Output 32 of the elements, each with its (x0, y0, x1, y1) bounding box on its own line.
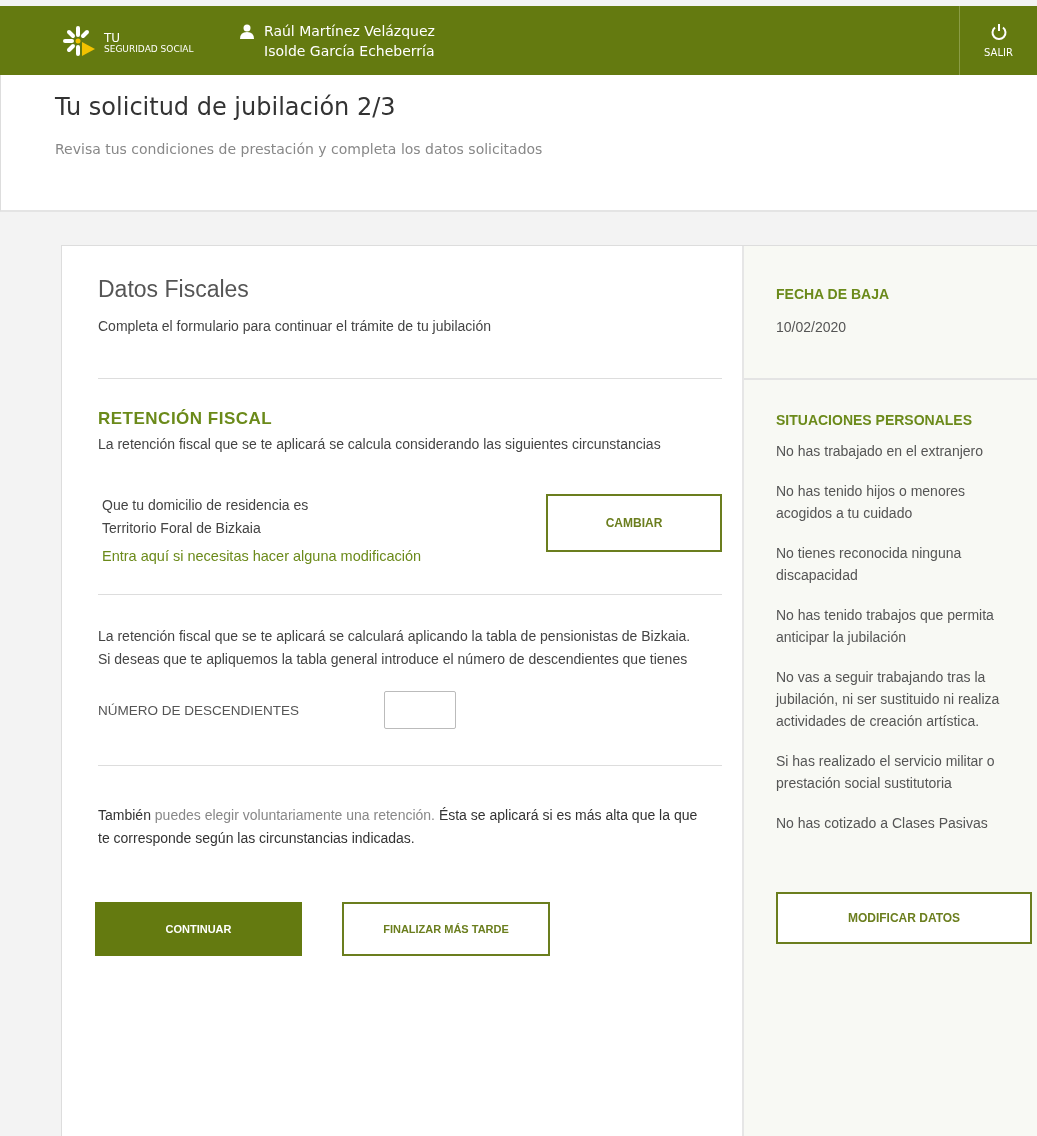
brand-subtitle: SEGURIDAD SOCIAL (104, 45, 194, 56)
situation-text: Si has realizado el servicio militar o prestación social sustitutoria (776, 752, 996, 793)
situation-text: No tienes reconocida ninguna discapacidad (776, 544, 963, 585)
continue-button[interactable]: CONTINUAR (95, 902, 302, 956)
section-title: RETENCIÓN FISCAL (98, 409, 274, 429)
descendants-label: NÚMERO DE DESCENDIENTES (98, 702, 301, 718)
page-title: Tu solicitud de jubilación 2/3 (55, 93, 397, 121)
descendants-field[interactable] (384, 691, 456, 729)
modify-link[interactable]: Entra aquí si necesitas hacer alguna modificación (102, 548, 422, 564)
user-name: Isolde García Echeberría (264, 41, 435, 61)
form-title: Datos Fiscales (98, 276, 250, 303)
situations-title: SITUACIONES PERSONALES (776, 412, 974, 428)
situation-text: No has cotizado a Clases Pasivas (776, 814, 989, 833)
user-name: Raúl Martínez Velázquez (264, 21, 435, 41)
situation-text: No has trabajado en el extranjero (776, 442, 985, 461)
power-icon (989, 23, 1008, 41)
change-button[interactable]: CAMBIAR (546, 494, 722, 552)
section-text: La retención fiscal que se te aplicará se calcula considerando las siguientes circunstancias (98, 435, 662, 454)
situation-text: No vas a seguir trabajando tras la jubilación, ni ser sustituido ni realiza actividades de creación artística. (776, 668, 1001, 731)
user-icon (240, 23, 254, 39)
residence-text: Que tu domicilio de residencia es Territorio Foral de Bizkaia (102, 496, 310, 538)
voluntary-text: También puedes elegir voluntariamente una retención. Ésta se aplicará si es más alta que la que te corresponde según las circunstancias indicadas. (98, 806, 698, 848)
form-intro: Completa el formulario para continuar el trámite de tu jubilación (98, 317, 492, 336)
table-text: La retención fiscal que se te aplicará se calculará aplicando la tabla de pensionistas de Bizkaia. Si deseas que te apliquemos la tabla general introduce el número de descendientes que tienes (98, 627, 692, 669)
situation-text: No has tenido hijos o menores acogidos a tu cuidado (776, 482, 967, 523)
date-value: 10/02/2020 (776, 318, 848, 337)
modify-data-button[interactable]: MODIFICAR DATOS (776, 892, 1032, 944)
date-title: FECHA DE BAJA (776, 286, 891, 302)
brand-name: TU (104, 31, 122, 45)
finish-later-button[interactable]: FINALIZAR MÁS TARDE (342, 902, 550, 956)
page-subtitle: Revisa tus condiciones de prestación y completa los datos solicitados (55, 141, 544, 157)
situation-text: No has tenido trabajos que permita anticipar la jubilación (776, 606, 995, 647)
